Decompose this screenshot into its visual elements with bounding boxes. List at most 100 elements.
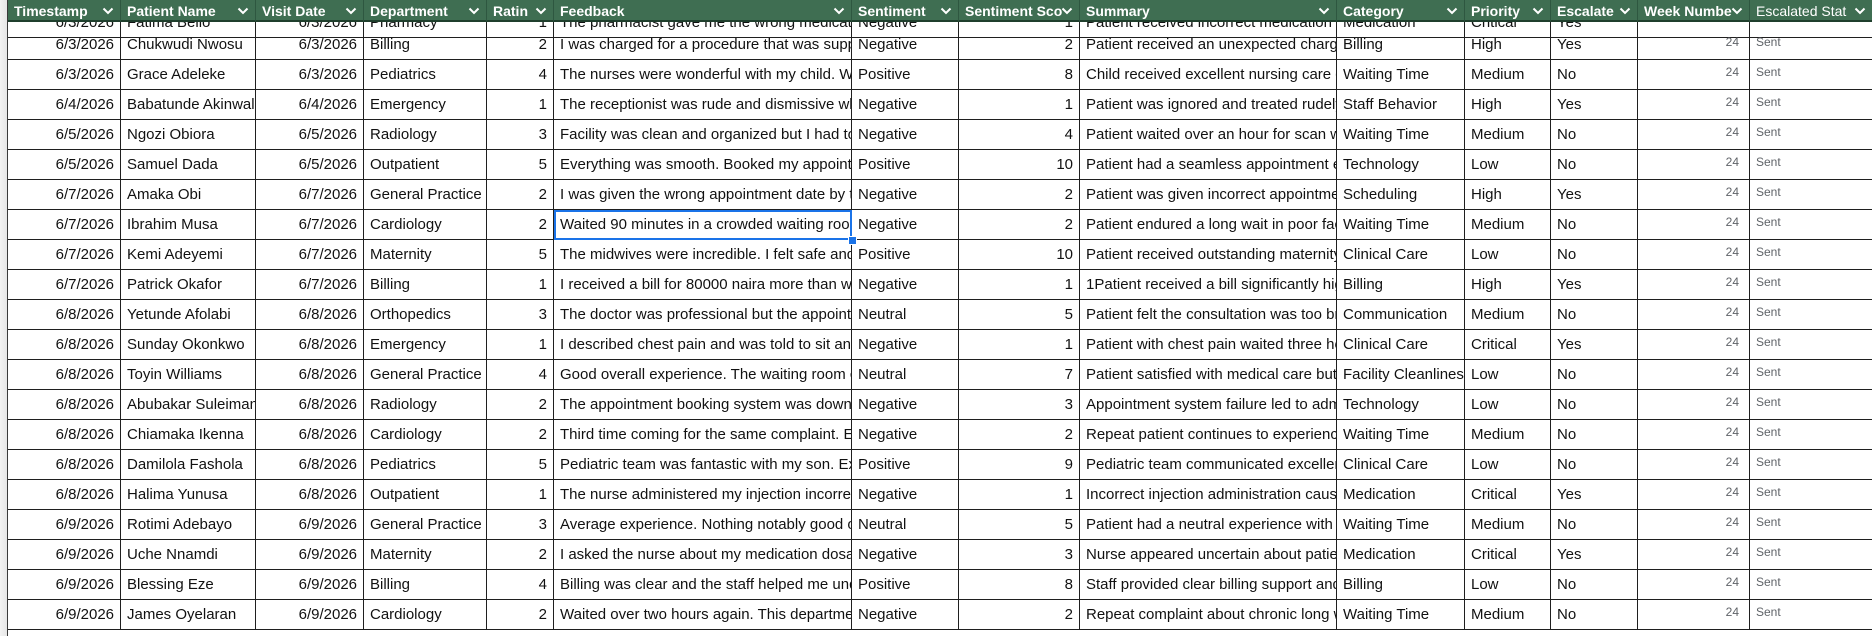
cell-category[interactable]: Billing <box>1337 30 1465 60</box>
cell-feedback[interactable]: I described chest pain and was told to s… <box>554 330 852 360</box>
cell-rating[interactable]: 1 <box>487 480 554 510</box>
cell-category[interactable]: Clinical Care <box>1337 240 1465 270</box>
cell-feedback[interactable]: The doctor was professional but the appo… <box>554 300 852 330</box>
cell-sentiment-score[interactable]: 2 <box>959 420 1080 450</box>
column-header-feedback[interactable]: Feedback <box>554 0 852 22</box>
cell-patient-name[interactable]: Abubakar Suleiman <box>121 390 256 420</box>
column-header-priority[interactable]: Priority <box>1465 0 1551 22</box>
cell-week-number[interactable]: 24 <box>1638 270 1750 300</box>
chevron-down-icon[interactable] <box>1532 0 1544 20</box>
cell-category[interactable]: Waiting Time <box>1337 420 1465 450</box>
cell-timestamp[interactable]: 6/4/2026 <box>8 90 121 120</box>
cell-escalated[interactable]: No <box>1551 240 1638 270</box>
cell-timestamp[interactable]: 6/8/2026 <box>8 480 121 510</box>
cell-patient-name[interactable]: Samuel Dada <box>121 150 256 180</box>
column-header-sentiment-score[interactable]: Sentiment Sco <box>959 0 1080 22</box>
cell-feedback[interactable]: The nurse administered my injection inco… <box>554 480 852 510</box>
cell-escalated[interactable]: Yes <box>1551 330 1638 360</box>
cell-priority[interactable]: High <box>1465 90 1551 120</box>
cell-summary[interactable]: Child received excellent nursing care de <box>1080 60 1337 90</box>
cell-timestamp[interactable]: 6/9/2026 <box>8 600 121 630</box>
cell-sentiment-score[interactable]: 1 <box>959 330 1080 360</box>
cell-sentiment[interactable]: Positive <box>852 570 959 600</box>
cell-sentiment-score[interactable]: 3 <box>959 540 1080 570</box>
cell-department[interactable]: Billing <box>364 570 487 600</box>
chevron-down-icon[interactable] <box>345 0 357 20</box>
cell-sentiment[interactable]: Negative <box>852 270 959 300</box>
cell-week-number[interactable]: 24 <box>1638 360 1750 390</box>
column-header-sentiment[interactable]: Sentiment <box>852 0 959 22</box>
cell-department[interactable]: Pediatrics <box>364 450 487 480</box>
cell-escalated-status[interactable]: Sent <box>1750 570 1872 600</box>
cell-sentiment[interactable]: Negative <box>852 330 959 360</box>
cell-category[interactable]: Waiting Time <box>1337 60 1465 90</box>
cell-department[interactable]: Radiology <box>364 120 487 150</box>
cell-feedback[interactable]: Billing was clear and the staff helped m… <box>554 570 852 600</box>
cell-sentiment[interactable]: Negative <box>852 120 959 150</box>
cell-escalated[interactable]: No <box>1551 450 1638 480</box>
cell-sentiment-score[interactable]: 3 <box>959 390 1080 420</box>
cell-category[interactable]: Technology <box>1337 150 1465 180</box>
cell-escalated[interactable]: No <box>1551 210 1638 240</box>
cell-sentiment-score[interactable]: 4 <box>959 120 1080 150</box>
cell-rating[interactable]: 4 <box>487 60 554 90</box>
cell-patient-name[interactable]: Chukwudi Nwosu <box>121 30 256 60</box>
cell-week-number[interactable]: 24 <box>1638 600 1750 630</box>
cell-timestamp[interactable]: 6/9/2026 <box>8 570 121 600</box>
cell-priority[interactable]: Low <box>1465 150 1551 180</box>
cell-category[interactable]: Clinical Care <box>1337 450 1465 480</box>
cell-sentiment[interactable]: Negative <box>852 420 959 450</box>
cell-rating[interactable]: 5 <box>487 450 554 480</box>
cell-priority[interactable]: Critical <box>1465 330 1551 360</box>
cell-visit-date[interactable]: 6/8/2026 <box>256 360 364 390</box>
cell-sentiment-score[interactable]: 8 <box>959 60 1080 90</box>
cell-priority[interactable]: Low <box>1465 360 1551 390</box>
cell-escalated[interactable]: No <box>1551 150 1638 180</box>
cell-escalated-status[interactable]: Sent <box>1750 90 1872 120</box>
column-header-week-number[interactable]: Week Numbe <box>1638 0 1750 22</box>
cell-escalated[interactable]: No <box>1551 390 1638 420</box>
cell-feedback[interactable]: Pediatric team was fantastic with my son… <box>554 450 852 480</box>
cell-escalated-status[interactable]: Sent <box>1750 210 1872 240</box>
cell-patient-name[interactable]: Ibrahim Musa <box>121 210 256 240</box>
cell-summary[interactable]: Patient was ignored and treated rudely <box>1080 90 1337 120</box>
cell-escalated[interactable]: No <box>1551 510 1638 540</box>
cell-timestamp[interactable]: 6/8/2026 <box>8 390 121 420</box>
cell-week-number[interactable]: 24 <box>1638 390 1750 420</box>
cell-category[interactable]: Facility Cleanliness <box>1337 360 1465 390</box>
cell-week-number[interactable]: 24 <box>1638 570 1750 600</box>
cell-priority[interactable]: Low <box>1465 570 1551 600</box>
cell-feedback[interactable]: I was given the wrong appointment date b… <box>554 180 852 210</box>
cell-timestamp[interactable]: 6/8/2026 <box>8 420 121 450</box>
cell-week-number[interactable]: 24 <box>1638 90 1750 120</box>
cell-rating[interactable]: 2 <box>487 390 554 420</box>
cell-visit-date[interactable]: 6/5/2026 <box>256 150 364 180</box>
cell-escalated[interactable]: No <box>1551 420 1638 450</box>
cell-sentiment-score[interactable]: 1 <box>959 270 1080 300</box>
cell-escalated-status[interactable]: Sent <box>1750 120 1872 150</box>
cell-escalated[interactable]: Yes <box>1551 30 1638 60</box>
cell-rating[interactable]: 3 <box>487 120 554 150</box>
cell-department[interactable]: Outpatient <box>364 480 487 510</box>
cell-visit-date[interactable]: 6/9/2026 <box>256 600 364 630</box>
cell-patient-name[interactable]: Grace Adeleke <box>121 60 256 90</box>
cell-category[interactable]: Technology <box>1337 390 1465 420</box>
cell-rating[interactable]: 1 <box>487 330 554 360</box>
cell-sentiment-score[interactable]: 1 <box>959 480 1080 510</box>
cell-feedback[interactable]: I received a bill for 80000 naira more t… <box>554 270 852 300</box>
cell-rating[interactable]: 5 <box>487 240 554 270</box>
column-header-category[interactable]: Category <box>1337 0 1465 22</box>
cell-sentiment[interactable]: Neutral <box>852 300 959 330</box>
cell-sentiment[interactable]: Negative <box>852 540 959 570</box>
cell-department[interactable]: Cardiology <box>364 210 487 240</box>
chevron-down-icon[interactable] <box>940 0 952 20</box>
cell-department[interactable]: Emergency <box>364 90 487 120</box>
cell-sentiment-score[interactable]: 7 <box>959 360 1080 390</box>
cell-patient-name[interactable]: Babatunde Akinwale <box>121 90 256 120</box>
cell-sentiment-score[interactable]: 9 <box>959 450 1080 480</box>
cell-priority[interactable]: Critical <box>1465 480 1551 510</box>
chevron-down-icon[interactable] <box>102 0 114 20</box>
cell-escalated-status[interactable]: Sent <box>1750 330 1872 360</box>
cell-timestamp[interactable]: 6/5/2026 <box>8 150 121 180</box>
cell-summary[interactable]: Pediatric team communicated excellent <box>1080 450 1337 480</box>
